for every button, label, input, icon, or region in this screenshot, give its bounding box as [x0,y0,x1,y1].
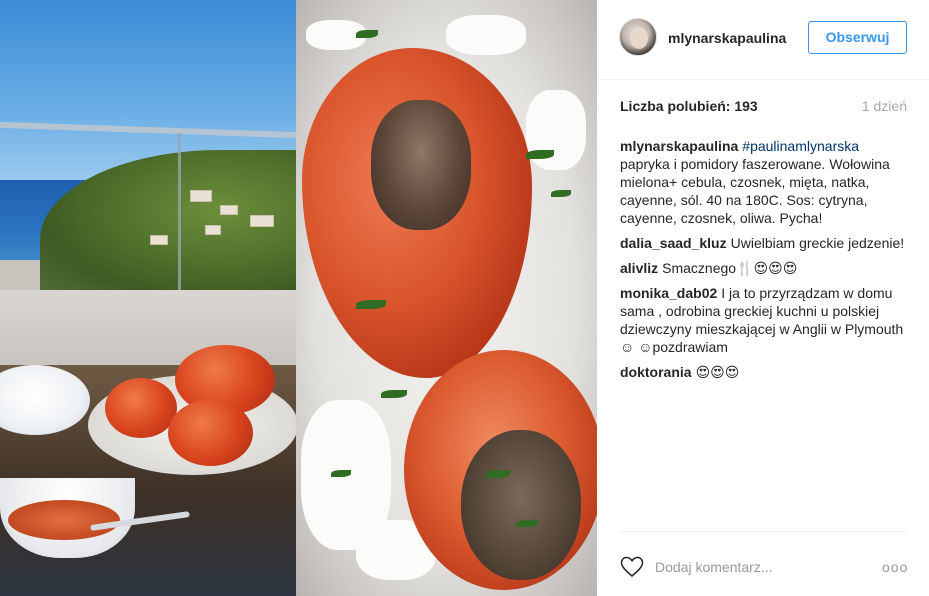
post-photo[interactable] [0,0,597,596]
house [150,235,168,245]
likes-count[interactable]: Liczba polubień: 193 [620,98,758,114]
comment-text: Uwielbiam greckie jedzenie! [730,235,905,251]
railing-post [178,133,181,293]
pepper-filling [371,100,471,230]
photo-right-panel-food-closeup [296,0,597,596]
rice [446,15,526,55]
house [220,205,238,215]
comment: alivliz Smacznego🍴😍😍😍 [620,259,910,277]
comment-user[interactable]: alivliz [620,260,658,276]
comment-input[interactable] [655,558,865,576]
herb [516,520,538,527]
hashtag-link[interactable]: #paulinamlynarska [742,138,859,154]
comment-user[interactable]: dalia_saad_kluz [620,235,727,251]
photo-left-panel-terrace [0,0,296,596]
comment-user[interactable]: mlynarskapaulina [620,138,738,154]
stuffed-tomato [168,400,253,466]
herb [356,300,386,309]
sauce [8,500,120,540]
comment: dalia_saad_kluz Uwielbiam greckie jedzeni… [620,234,910,252]
ellipsis-icon[interactable]: ooo [882,560,908,574]
comment: monika_dab02 I ja to przyrządzam w domu s… [620,284,910,356]
comment-caption: mlynarskapaulina #paulinamlynarska papryk… [620,137,910,227]
house [205,225,221,235]
tomato-filling [461,430,581,580]
post-sidebar: mlynarskapaulina Obserwuj Liczba polubie… [597,0,929,596]
comment-user[interactable]: monika_dab02 [620,285,717,301]
post-header: mlynarskapaulina Obserwuj [597,0,929,80]
stuffed-tomato [105,378,177,438]
herb [526,150,554,159]
heart-outline-icon[interactable] [620,556,644,578]
follow-button[interactable]: Obserwuj [808,21,907,54]
avatar[interactable] [619,18,657,56]
comment-user[interactable]: doktorania [620,364,692,380]
house [190,190,212,202]
post-footer: ooo [620,531,907,596]
herb [356,30,378,38]
house [250,215,274,227]
comment: doktorania 😍😍😍 [620,363,910,381]
herb [331,470,351,477]
comment-text: 😍😍😍 [695,364,740,380]
comment-text: papryka i pomidory faszerowane. Wołowina… [620,156,890,226]
herb [381,390,407,398]
herb [486,470,510,478]
post-username[interactable]: mlynarskapaulina [668,30,786,46]
comment-text: Smacznego🍴😍😍😍 [662,260,798,276]
comments-list: mlynarskapaulina #paulinamlynarska papryk… [620,137,910,388]
post-time[interactable]: 1 dzień [862,98,907,114]
herb [551,190,571,197]
avatar-face [630,27,648,49]
